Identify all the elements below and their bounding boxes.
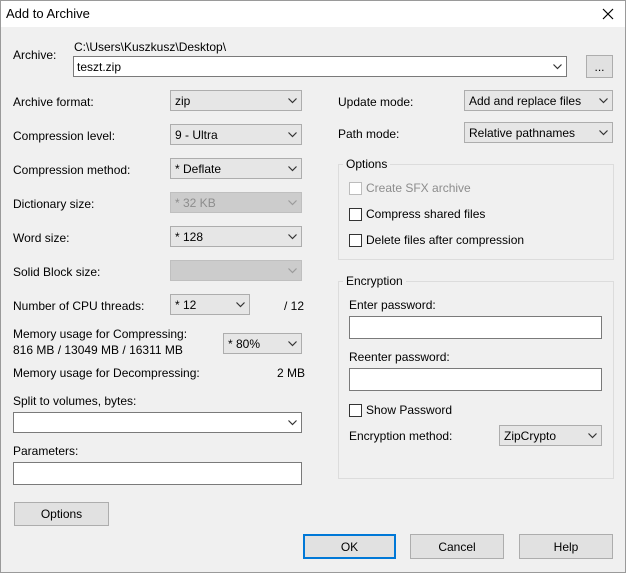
browse-button[interactable]: ... — [586, 55, 613, 78]
dictionary-size-select: * 32 KB — [170, 192, 302, 213]
chevron-down-icon — [599, 130, 608, 136]
close-button[interactable] — [593, 1, 623, 27]
word-size-select[interactable]: * 128 — [170, 226, 302, 247]
close-icon — [602, 8, 614, 20]
solid-block-size-select — [170, 260, 302, 281]
memory-compress-detail: 816 MB / 13049 MB / 16311 MB — [13, 343, 183, 357]
cpu-threads-max: / 12 — [284, 299, 305, 313]
cpu-threads-label: Number of CPU threads: — [13, 299, 145, 313]
archive-name-value: teszt.zip — [77, 60, 122, 74]
memory-decompress-value: 2 MB — [277, 366, 306, 380]
chevron-down-icon — [288, 234, 297, 240]
window-title: Add to Archive — [6, 6, 90, 21]
memory-compress-label: Memory usage for Compressing: — [13, 327, 188, 341]
archive-label: Archive: — [13, 48, 57, 62]
split-volumes-combo[interactable] — [13, 412, 302, 433]
encryption-method-select[interactable]: ZipCrypto — [499, 425, 602, 446]
enter-password-label: Enter password: — [349, 298, 436, 312]
delete-after-checkbox[interactable]: Delete files after compression — [349, 233, 524, 247]
archive-format-label: Archive format: — [13, 95, 94, 109]
parameters-input[interactable] — [13, 462, 302, 485]
chevron-down-icon — [288, 420, 297, 426]
split-volumes-label: Split to volumes, bytes: — [13, 394, 137, 408]
memory-compress-select[interactable]: * 80% — [223, 333, 302, 354]
chevron-down-icon — [553, 64, 562, 70]
create-sfx-checkbox: Create SFX archive — [349, 181, 471, 195]
chevron-down-icon — [288, 132, 297, 138]
options-button[interactable]: Options — [14, 502, 109, 526]
path-mode-label: Path mode: — [338, 127, 400, 141]
help-button[interactable]: Help — [519, 534, 613, 559]
solid-block-size-label: Solid Block size: — [13, 265, 101, 279]
archive-format-select[interactable]: zip — [170, 90, 302, 111]
archive-name-combo[interactable]: teszt.zip — [73, 56, 567, 77]
chevron-down-icon — [236, 302, 245, 308]
add-to-archive-dialog: Add to Archive Archive: C:\Users\Kuszkus… — [0, 0, 626, 573]
ok-button[interactable]: OK — [303, 534, 396, 559]
chevron-down-icon — [588, 433, 597, 439]
chevron-down-icon — [288, 200, 297, 206]
chevron-down-icon — [599, 98, 608, 104]
archive-path: C:\Users\Kuszkusz\Desktop\ — [74, 40, 227, 54]
options-group-title: Options — [343, 157, 391, 171]
encryption-method-label: Encryption method: — [349, 429, 453, 443]
dictionary-size-label: Dictionary size: — [13, 197, 95, 211]
compression-method-label: Compression method: — [13, 163, 131, 177]
chevron-down-icon — [288, 98, 297, 104]
parameters-label: Parameters: — [13, 444, 79, 458]
compression-method-select[interactable]: * Deflate — [170, 158, 302, 179]
update-mode-label: Update mode: — [338, 95, 414, 109]
compress-shared-checkbox[interactable]: Compress shared files — [349, 207, 485, 221]
cpu-threads-select[interactable]: * 12 — [170, 294, 250, 315]
reenter-password-label: Reenter password: — [349, 350, 450, 364]
word-size-label: Word size: — [13, 231, 70, 245]
reenter-password-input[interactable] — [349, 368, 602, 391]
show-password-checkbox[interactable]: Show Password — [349, 403, 452, 417]
encryption-group-title: Encryption — [343, 274, 406, 288]
memory-decompress-label: Memory usage for Decompressing: — [13, 366, 200, 380]
chevron-down-icon — [288, 341, 297, 347]
compression-level-select[interactable]: 9 - Ultra — [170, 124, 302, 145]
update-mode-select[interactable]: Add and replace files — [464, 90, 613, 111]
cancel-button[interactable]: Cancel — [410, 534, 504, 559]
compression-level-label: Compression level: — [13, 129, 116, 143]
enter-password-input[interactable] — [349, 316, 602, 339]
chevron-down-icon — [288, 166, 297, 172]
title-bar: Add to Archive — [1, 1, 625, 27]
path-mode-select[interactable]: Relative pathnames — [464, 122, 613, 143]
chevron-down-icon — [288, 268, 297, 274]
